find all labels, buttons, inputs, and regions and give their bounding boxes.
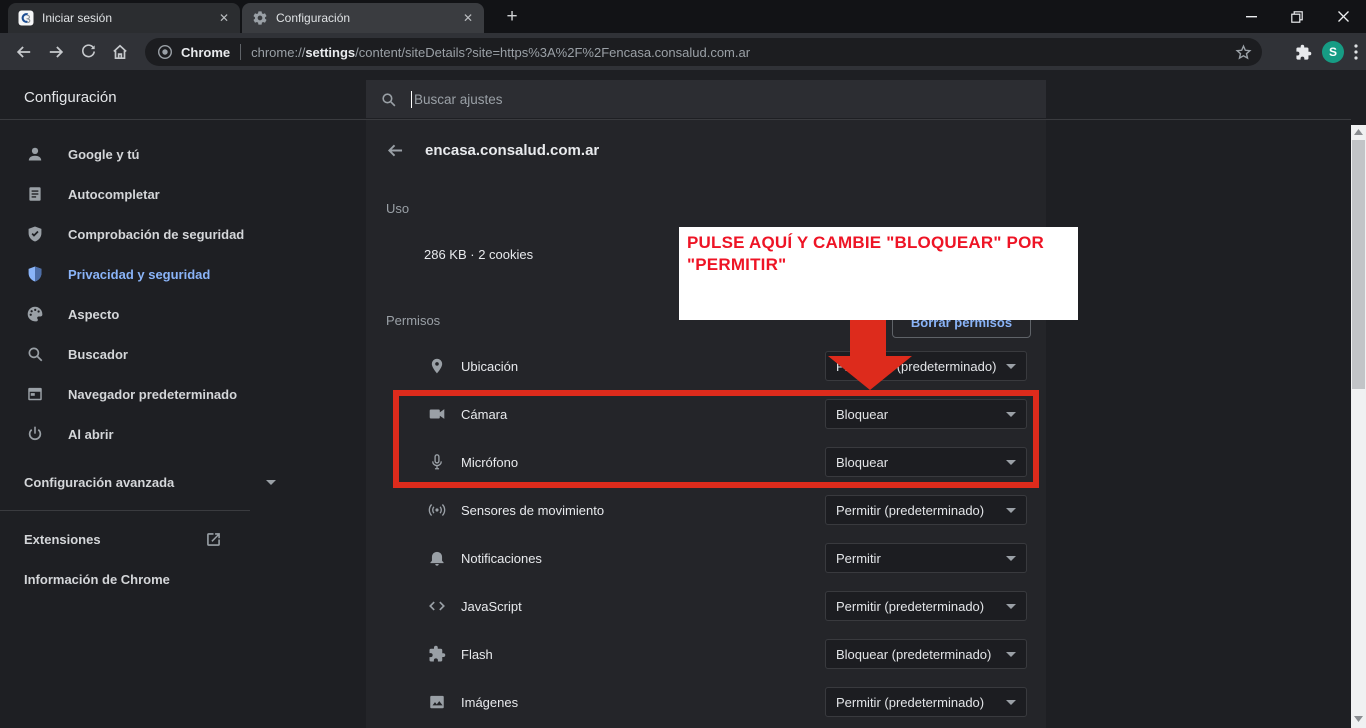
sidebar-divider [0,510,250,511]
tab-iniciar-sesion[interactable]: Iniciar sesión ✕ [8,3,240,33]
palette-icon [26,305,44,323]
chevron-down-icon [1006,652,1016,657]
power-icon [26,425,44,443]
permission-dropdown-flash[interactable]: Bloquear (predeterminado) [825,639,1027,669]
sidebar-item-buscador[interactable]: Buscador [0,334,300,374]
annotation-callout: PULSE AQUÍ Y CAMBIE "BLOQUEAR" POR"PERMI… [679,227,1078,320]
chevron-down-icon [1006,556,1016,561]
sidebar-item-aspecto[interactable]: Aspecto [0,294,300,334]
permission-row-notificaciones: Notificaciones Permitir [366,534,1046,582]
chevron-down-icon [1006,700,1016,705]
address-bar[interactable]: Chrome chrome://settings/content/siteDet… [145,38,1262,66]
permission-dropdown-notificaciones[interactable]: Permitir [825,543,1027,573]
browser-window: Iniciar sesión ✕ Configuración ✕ + [0,0,1366,728]
bookmark-star-icon[interactable] [1235,44,1252,61]
tab-strip: Iniciar sesión ✕ Configuración ✕ + [0,0,1366,33]
back-button[interactable] [8,36,40,68]
forward-button[interactable] [40,36,72,68]
text-caret [411,91,412,108]
annotation-text: PULSE AQUÍ Y CAMBIE "BLOQUEAR" POR"PERMI… [687,232,1070,276]
close-window-button[interactable] [1320,0,1366,33]
url-text: chrome://settings/content/siteDetails?si… [251,45,1235,60]
restore-button[interactable] [1274,0,1320,33]
code-brackets-icon [428,597,446,615]
permission-dropdown-sensores[interactable]: Permitir (predeterminado) [825,495,1027,525]
sidebar-item-navegador[interactable]: Navegador predeterminado [0,374,300,414]
sidebar-item-autocompletar[interactable]: Autocompletar [0,174,300,214]
extensions-puzzle-icon[interactable] [1295,44,1312,61]
bell-icon [428,549,446,567]
usage-value: 286 KB · 2 cookies [424,247,533,262]
browser-window-icon [26,385,44,403]
annotation-arrow-icon [820,318,920,392]
scrollbar-thumb[interactable] [1352,140,1365,389]
search-placeholder: Buscar ajustes [414,92,503,107]
close-tab-icon[interactable]: ✕ [216,10,232,26]
permission-row-ubicacion: Ubicación Preguntar (predeterminado) [366,342,1046,390]
permission-dropdown-imagenes[interactable]: Permitir (predeterminado) [825,687,1027,717]
search-icon [380,91,397,108]
gear-icon [252,10,268,26]
tab-title: Iniciar sesión [42,11,216,25]
chevron-down-icon [1006,604,1016,609]
sidebar-item-extensiones[interactable]: Extensiones [24,527,222,551]
sidebar-item-al-abrir[interactable]: Al abrir [0,414,300,454]
shield-icon [26,265,44,283]
profile-avatar[interactable]: S [1322,41,1344,63]
permission-dropdown-javascript[interactable]: Permitir (predeterminado) [825,591,1027,621]
chevron-down-icon [1006,364,1016,369]
chrome-logo-icon [157,44,173,60]
external-link-icon [205,531,222,548]
page-title: Configuración [24,89,117,106]
minimize-button[interactable] [1228,0,1274,33]
close-tab-icon[interactable]: ✕ [460,10,476,26]
shield-check-icon [26,225,44,243]
permissions-heading: Permisos [386,313,440,328]
url-brand-label: Chrome [181,45,230,60]
tab-configuracion[interactable]: Configuración ✕ [242,3,484,33]
chevron-down-icon [266,480,276,485]
location-pin-icon [428,357,446,375]
search-icon [26,345,44,363]
clipboard-icon [26,185,44,203]
sidebar-item-privacidad[interactable]: Privacidad y seguridad [0,254,300,294]
consalud-favicon [18,10,34,26]
site-title: encasa.consalud.com.ar [425,142,599,159]
reload-button[interactable] [72,36,104,68]
home-button[interactable] [104,36,136,68]
sidebar-item-informacion[interactable]: Información de Chrome [24,567,170,591]
motion-sensor-icon [428,501,446,519]
puzzle-piece-icon [428,645,446,663]
omnibox-divider [240,44,241,60]
image-icon [428,693,446,711]
scrollbar-up-arrow[interactable] [1354,129,1363,135]
permission-row-sensores: Sensores de movimiento Permitir (predete… [366,486,1046,534]
tab-title: Configuración [276,11,460,25]
usage-heading: Uso [386,201,409,216]
back-arrow-icon[interactable] [386,141,405,160]
scrollbar-down-arrow[interactable] [1354,716,1363,722]
new-tab-button[interactable]: + [498,5,526,29]
person-icon [26,145,44,163]
annotation-highlight-rectangle [393,390,1039,488]
menu-kebab-icon[interactable] [1354,44,1358,60]
permission-row-flash: Flash Bloquear (predeterminado) [366,630,1046,678]
chevron-down-icon [1006,508,1016,513]
permission-row-imagenes: Imágenes Permitir (predeterminado) [366,678,1046,726]
sidebar-item-comprobacion[interactable]: Comprobación de seguridad [0,214,300,254]
browser-toolbar: Chrome chrome://settings/content/siteDet… [0,33,1366,70]
sidebar-item-google[interactable]: Google y tú [0,134,300,174]
permission-row-javascript: JavaScript Permitir (predeterminado) [366,582,1046,630]
sidebar-advanced-toggle[interactable]: Configuración avanzada [24,470,304,494]
settings-search-input[interactable]: Buscar ajustes [366,80,1046,118]
